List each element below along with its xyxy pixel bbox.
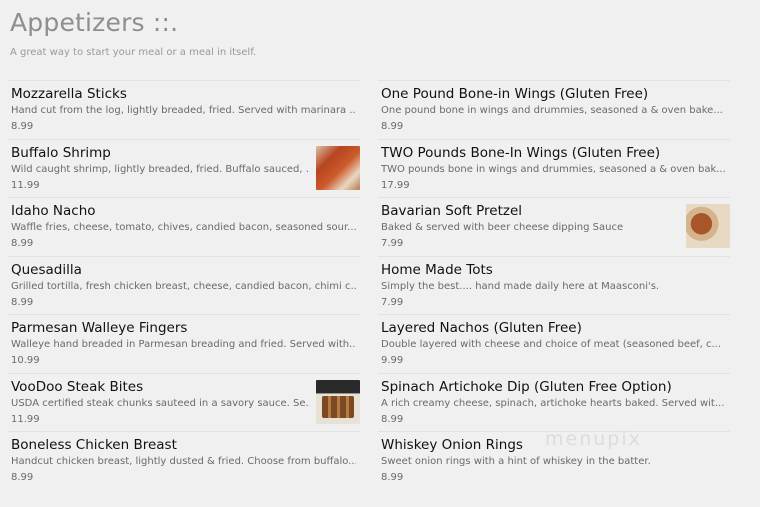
item-name: Buffalo Shrimp — [11, 144, 111, 161]
item-price: 11.99 — [11, 413, 40, 425]
section-subtitle: A great way to start your meal or a meal… — [10, 47, 257, 58]
item-name: VooDoo Steak Bites — [11, 378, 144, 395]
section-title: Appetizers ::. — [10, 8, 179, 37]
item-price: 8.99 — [381, 472, 404, 483]
menu-item[interactable]: One Pound Bone-in Wings (Gluten Free) On… — [378, 80, 730, 139]
item-description: Handcut chicken breast, lightly dusted &… — [11, 456, 356, 467]
item-price: 7.99 — [381, 238, 404, 249]
item-description: A rich creamy cheese, spinach, artichoke… — [381, 397, 725, 409]
item-name: Bavarian Soft Pretzel — [381, 203, 523, 219]
watermark: menupix — [545, 428, 642, 450]
menu-item[interactable]: TWO Pounds Bone-In Wings (Gluten Free) T… — [378, 138, 730, 198]
item-price: 11.99 — [11, 179, 40, 191]
item-price: 8.99 — [11, 296, 34, 308]
steak-bites-thumbnail[interactable] — [316, 379, 360, 424]
menu-column-left: Mozzarella Sticks Hand cut from the log,… — [8, 80, 360, 490]
item-description: Baked & served with beer cheese dipping … — [381, 222, 624, 233]
menu-item[interactable]: Mozzarella Sticks Hand cut from the log,… — [8, 80, 360, 139]
item-price: 8.99 — [381, 121, 404, 132]
item-name: Home Made Tots — [381, 261, 493, 278]
item-price: 8.99 — [381, 413, 404, 425]
item-name: Quesadilla — [11, 261, 82, 278]
item-price: 9.99 — [381, 355, 404, 366]
item-description: Hand cut from the log, lightly breaded, … — [11, 105, 356, 116]
item-price: 7.99 — [381, 296, 404, 308]
item-description: Double layered with cheese and choice of… — [381, 339, 722, 350]
menu-header: Appetizers ::. A great way to start your… — [10, 8, 256, 58]
item-description: Waffle fries, cheese, tomato, chives, ca… — [11, 222, 356, 233]
item-description: Sweet onion rings with a hint of whiskey… — [381, 456, 651, 467]
menu-item[interactable]: Idaho Nacho Waffle fries, cheese, tomato… — [8, 197, 360, 256]
item-name: One Pound Bone-in Wings (Gluten Free) — [381, 86, 649, 102]
item-price: 8.99 — [11, 121, 34, 132]
menu-item[interactable]: Quesadilla Grilled tortilla, fresh chick… — [8, 255, 360, 315]
pretzel-thumbnail[interactable] — [686, 204, 730, 248]
item-description: TWO pounds bone in wings and drummies, s… — [381, 163, 726, 175]
item-name: Mozzarella Sticks — [11, 86, 127, 102]
item-name: Spinach Artichoke Dip (Gluten Free Optio… — [381, 378, 672, 395]
item-price: 17.99 — [381, 179, 410, 191]
menu-item[interactable]: VooDoo Steak Bites USDA certified steak … — [8, 372, 360, 432]
menu-item[interactable]: Layered Nachos (Gluten Free) Double laye… — [378, 314, 730, 373]
item-name: TWO Pounds Bone-In Wings (Gluten Free) — [381, 144, 661, 161]
item-price: 10.99 — [11, 355, 40, 366]
item-price: 8.99 — [11, 238, 34, 249]
menu-item[interactable]: Bavarian Soft Pretzel Baked & served wit… — [378, 197, 730, 256]
item-name: Layered Nachos (Gluten Free) — [381, 320, 582, 336]
item-name: Idaho Nacho — [11, 203, 96, 219]
item-description: Simply the best.... hand made daily here… — [381, 280, 660, 292]
item-description: Wild caught shrimp, lightly breaded, fri… — [11, 163, 310, 175]
item-description: USDA certified steak chunks sauteed in a… — [11, 397, 310, 409]
menu-item[interactable]: Spinach Artichoke Dip (Gluten Free Optio… — [378, 372, 730, 432]
item-description: Walleye hand breaded in Parmesan breadin… — [11, 339, 356, 350]
item-price: 8.99 — [11, 472, 34, 483]
menu-item[interactable]: Buffalo Shrimp Wild caught shrimp, light… — [8, 138, 360, 198]
item-name: Parmesan Walleye Fingers — [11, 320, 188, 336]
item-description: One pound bone in wings and drummies, se… — [381, 105, 723, 116]
menu-item[interactable]: Home Made Tots Simply the best.... hand … — [378, 255, 730, 315]
menu-item[interactable]: Parmesan Walleye Fingers Walleye hand br… — [8, 314, 360, 373]
item-name: Boneless Chicken Breast — [11, 437, 177, 453]
item-description: Grilled tortilla, fresh chicken breast, … — [11, 280, 356, 292]
menu-item[interactable]: Boneless Chicken Breast Handcut chicken … — [8, 431, 360, 490]
buffalo-shrimp-thumbnail[interactable] — [316, 145, 360, 190]
